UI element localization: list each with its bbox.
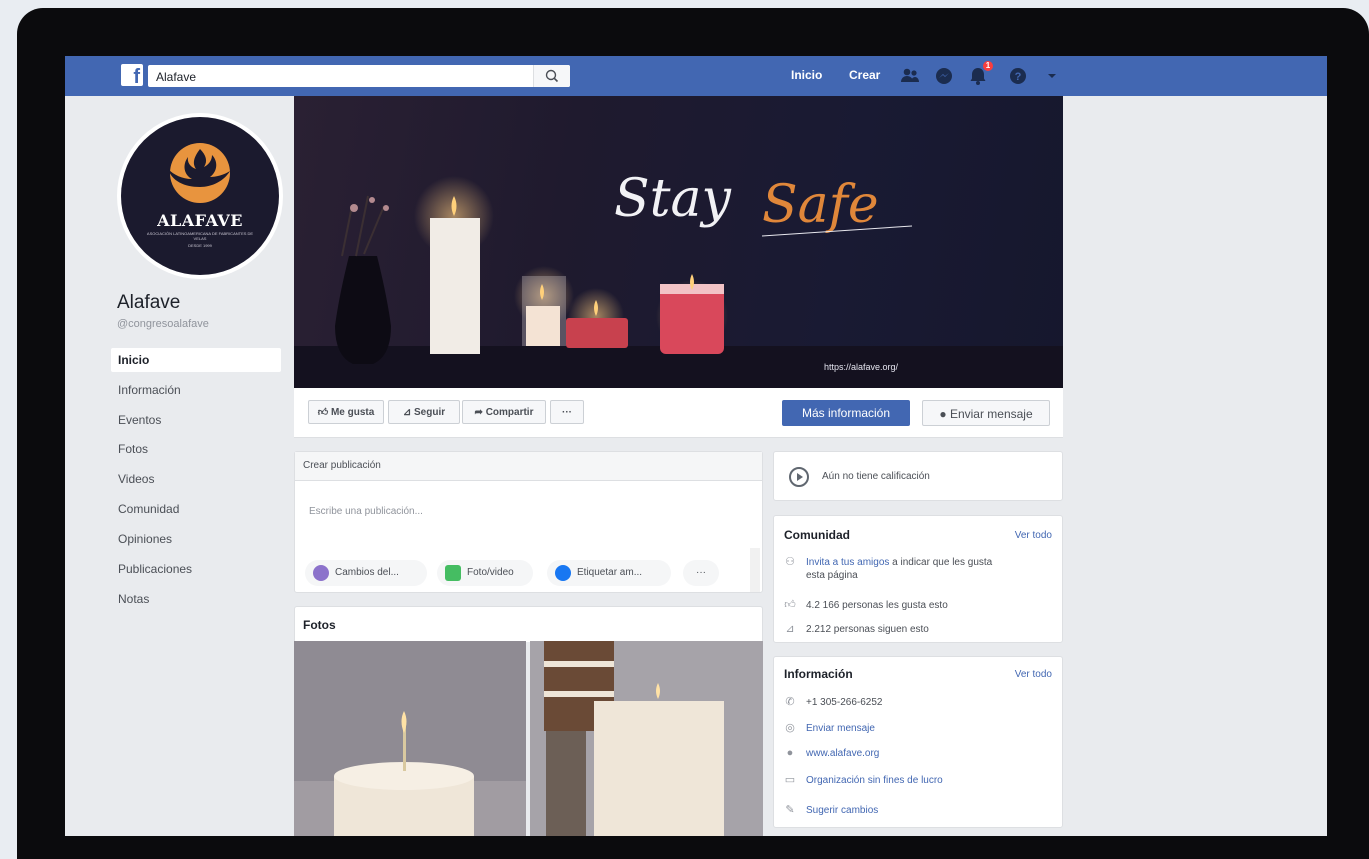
candle-photos [294,641,763,836]
page-action-bar: 👍︎ Me gusta ⊿ Seguir ➦ Compartir ··· Más… [294,388,1063,438]
information-card: Información Ver todo ✆ +1 305-266-6252 ◎ E… [773,656,1063,828]
alafave-logo: ALAFAVE ASOCIACIÓN LATINOAMERICANA DE FA… [121,117,279,275]
invite-friends-link[interactable]: Invita a tus amigos [806,557,889,568]
notification-count-badge: 1 [983,61,993,71]
likes-row: 👍︎ 4.2 166 personas les gusta esto [784,599,948,611]
create-post-title: Crear publicación [303,460,381,471]
post-input-placeholder[interactable]: Escribe una publicación... [309,506,423,517]
help-icon[interactable]: ? [1007,65,1029,87]
sidebar-item-publicaciones[interactable]: Publicaciones [111,557,281,581]
invite-friends-row: ⚇ Invita a tus amigos a indicar que les g… [785,556,993,581]
message-row: ◎ Enviar mensaje [785,722,875,734]
photos-card-header: Fotos [294,606,763,642]
phone-row: ✆ +1 305-266-6252 [785,696,883,708]
thumbs-up-icon: 👍︎ [784,599,796,611]
information-see-all-link[interactable]: Ver todo [1015,669,1052,680]
messenger-icon[interactable] [933,65,955,87]
photos-title[interactable]: Fotos [303,618,336,632]
emoji-icon [313,565,329,581]
sidebar-item-informacion[interactable]: Información [111,378,281,402]
community-card: Comunidad Ver todo ⚇ Invita a tus amigos … [773,515,1063,643]
more-info-button[interactable]: Más información [782,400,910,426]
search-input[interactable] [154,67,528,87]
sidebar-item-inicio[interactable]: Inicio [111,348,281,372]
svg-text:Stay: Stay [614,169,732,229]
rating-card: Aún no tiene calificación [773,451,1063,501]
candle-flame-logo-icon [168,143,230,203]
category-row: ▭ Organización sin fines de lucro [784,774,943,786]
website-row: ● www.alafave.org [784,747,880,759]
rating-text: Aún no tiene calificación [822,471,930,482]
create-post-header: Crear publicación [295,452,762,481]
tag-person-icon [555,565,571,581]
friend-requests-icon[interactable] [899,65,921,87]
account-menu-chevron-icon[interactable] [1041,65,1063,87]
send-message-button[interactable]: ● Enviar mensaje [922,400,1050,426]
more-composer-options[interactable]: ··· [683,560,719,586]
pencil-icon: ✎ [785,804,795,816]
globe-icon: ● [786,747,794,759]
suggest-edits-row: ✎ Sugerir cambios [785,804,879,816]
create-post-card: Crear publicación Escribe una publicació… [294,451,763,593]
svg-text:Safe: Safe [762,175,879,235]
page-name[interactable]: Alafave [117,292,180,314]
category-icon: ▭ [784,774,796,786]
photos-grid[interactable] [294,641,763,836]
sidebar-item-fotos[interactable]: Fotos [111,437,281,461]
follow-button[interactable]: ⊿ Seguir [388,400,460,424]
life-event-chip[interactable]: Cambios del... [305,560,427,586]
photo-icon [445,565,461,581]
sidebar-item-opiniones[interactable]: Opiniones [111,527,281,551]
photo-video-chip[interactable]: Foto/video [437,560,533,586]
nav-create-link[interactable]: Crear [849,68,880,82]
sidebar-item-comunidad[interactable]: Comunidad [111,497,281,521]
svg-text:?: ? [1015,71,1022,83]
messenger-icon: ● [939,407,947,421]
browser-screen: f Inicio Crear 1 [65,56,1327,836]
cover-url: https://alafave.org/ [824,362,899,372]
logo-wordmark: ALAFAVE [157,211,243,230]
messenger-icon: ◎ [785,722,795,734]
information-title[interactable]: Información [784,667,853,681]
more-options-button[interactable]: ··· [550,400,584,424]
rating-icon [789,467,809,487]
search-box[interactable] [148,65,570,87]
profile-picture[interactable]: ALAFAVE ASOCIACIÓN LATINOAMERICANA DE FA… [117,113,283,279]
like-button[interactable]: 👍︎ Me gusta [308,400,384,424]
share-arrow-icon: ➦ [474,407,483,418]
facebook-logo[interactable]: f [121,64,143,86]
stay-safe-lettering: Stay Safe [614,169,913,237]
phone-icon: ✆ [785,696,795,708]
sidebar-item-videos[interactable]: Videos [111,467,281,491]
nav-home-link[interactable]: Inicio [791,68,822,82]
scrollbar[interactable] [750,548,760,592]
logo-year: DESDE 1999 [188,243,212,248]
community-see-all-link[interactable]: Ver todo [1015,530,1052,541]
logo-subtitle: ASOCIACIÓN LATINOAMERICANA DE FABRICANTE… [146,231,254,241]
tag-friends-chip[interactable]: Etiquetar am... [547,560,671,586]
search-icon [545,69,559,83]
thumbs-up-icon: 👍︎ [317,407,329,418]
rss-icon: ⊿ [402,407,412,418]
community-title[interactable]: Comunidad [784,528,850,542]
page-handle[interactable]: @congresoalafave [117,318,209,330]
followers-row: ⊿ 2.212 personas siguen esto [785,623,929,635]
rss-icon: ⊿ [785,623,795,635]
search-button[interactable] [533,65,570,87]
sidebar-item-notas[interactable]: Notas [111,587,281,611]
sidebar-item-eventos[interactable]: Eventos [111,408,281,432]
share-button[interactable]: ➦ Compartir [462,400,546,424]
cover-photo[interactable]: Stay Safe https://alafave.org/ [294,96,1063,388]
invite-people-icon: ⚇ [785,556,795,568]
top-bar: f Inicio Crear 1 [65,56,1327,96]
